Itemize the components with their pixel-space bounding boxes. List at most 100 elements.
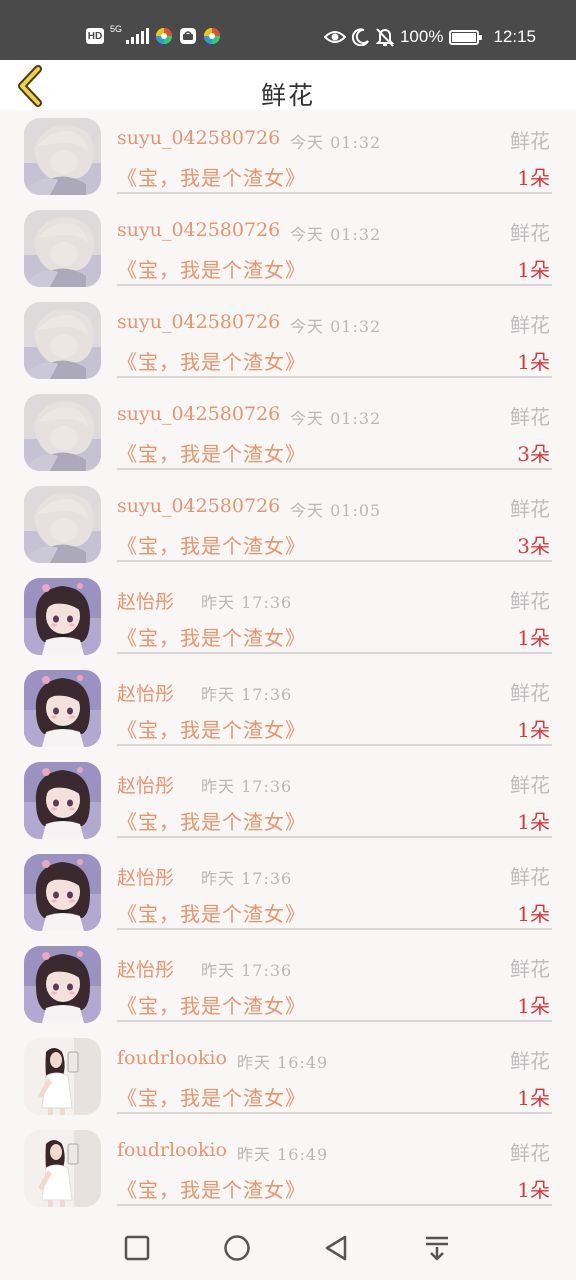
huawei-store-icon bbox=[180, 28, 197, 44]
username[interactable]: suyu_042580726 bbox=[117, 495, 280, 517]
gift-count: 1朵 bbox=[517, 1178, 550, 1202]
list-item[interactable]: suyu_042580726 今天 01:32 鲜花 《宝，我是个渣女》 3朵 bbox=[0, 386, 576, 478]
avatar[interactable] bbox=[24, 762, 101, 839]
timestamp: 昨天 16:49 bbox=[237, 1053, 329, 1072]
gift-count: 1朵 bbox=[517, 350, 550, 374]
avatar-illustration bbox=[24, 486, 101, 563]
username[interactable]: 赵怡彤 bbox=[117, 955, 174, 982]
avatar[interactable] bbox=[24, 1130, 101, 1207]
page-title: 鲜花 bbox=[260, 81, 315, 110]
avatar[interactable] bbox=[24, 302, 101, 379]
gift-count: 3朵 bbox=[517, 534, 550, 558]
timestamp: 昨天 17:36 bbox=[201, 685, 293, 704]
username[interactable]: suyu_042580726 bbox=[117, 127, 280, 149]
username[interactable]: suyu_042580726 bbox=[117, 219, 280, 241]
app-notification-icon bbox=[156, 28, 173, 44]
row-divider bbox=[117, 1112, 552, 1114]
avatar-illustration bbox=[24, 210, 101, 287]
download-menu-icon[interactable] bbox=[423, 1234, 451, 1262]
row-divider bbox=[117, 192, 552, 194]
avatar-illustration bbox=[24, 578, 101, 655]
row-divider bbox=[117, 1020, 552, 1022]
avatar[interactable] bbox=[24, 946, 101, 1023]
timestamp: 昨天 16:49 bbox=[237, 1145, 329, 1164]
list-item[interactable]: foudrlookio 昨天 16:49 鲜花《宝，我是个渣女》 1朵 bbox=[0, 1122, 576, 1214]
timestamp: 昨天 17:36 bbox=[201, 961, 293, 980]
timestamp: 昨天 17:36 bbox=[201, 869, 293, 888]
gift-type-label: 鲜花 bbox=[510, 1141, 550, 1165]
message-text: 《宝，我是个渣女》 bbox=[117, 258, 306, 282]
gift-count: 1朵 bbox=[517, 902, 550, 926]
gift-type-label: 鲜花 bbox=[510, 405, 550, 429]
timestamp: 今天 01:32 bbox=[290, 409, 382, 428]
gift-type-label: 鲜花 bbox=[510, 957, 550, 981]
username[interactable]: 赵怡彤 bbox=[117, 771, 174, 798]
username[interactable]: foudrlookio bbox=[117, 1139, 227, 1161]
username[interactable]: 赵怡彤 bbox=[117, 863, 174, 890]
avatar[interactable] bbox=[24, 1038, 101, 1115]
message-text: 《宝，我是个渣女》 bbox=[117, 442, 306, 466]
message-text: 《宝，我是个渣女》 bbox=[117, 902, 306, 926]
hd-icon: HD bbox=[86, 28, 104, 44]
gift-type-label: 鲜花 bbox=[510, 1049, 550, 1073]
moon-icon bbox=[351, 28, 369, 46]
avatar[interactable] bbox=[24, 118, 101, 195]
message-text: 《宝，我是个渣女》 bbox=[117, 1178, 306, 1202]
avatar[interactable] bbox=[24, 578, 101, 655]
avatar[interactable] bbox=[24, 210, 101, 287]
app-notification-icon-2 bbox=[204, 28, 221, 44]
avatar[interactable] bbox=[24, 854, 101, 931]
username[interactable]: 赵怡彤 bbox=[117, 587, 174, 614]
list-item[interactable]: 赵怡彤 昨天 17:36 鲜花 《宝，我是个渣女》 1朵 bbox=[0, 570, 576, 662]
list-item[interactable]: 赵怡彤 昨天 17:36 鲜花 《宝，我是个渣女》 1朵 bbox=[0, 754, 576, 846]
username[interactable]: suyu_042580726 bbox=[117, 311, 280, 333]
gift-count: 1朵 bbox=[517, 994, 550, 1018]
list-item[interactable]: suyu_042580726 今天 01:05 鲜花 《宝，我是个渣女》 3朵 bbox=[0, 478, 576, 570]
gift-count: 1朵 bbox=[517, 1086, 550, 1110]
list-item[interactable]: suyu_042580726 今天 01:32 鲜花 《宝，我是个渣女》 1朵 bbox=[0, 110, 576, 202]
list-item[interactable]: 赵怡彤 昨天 17:36 鲜花 《宝，我是个渣女》 1朵 bbox=[0, 662, 576, 754]
row-divider bbox=[117, 836, 552, 838]
avatar[interactable] bbox=[24, 486, 101, 563]
signal-icon bbox=[126, 28, 150, 44]
gift-type-label: 鲜花 bbox=[510, 497, 550, 521]
triangle-back-icon[interactable] bbox=[323, 1234, 351, 1262]
circle-home-icon[interactable] bbox=[223, 1234, 251, 1262]
row-divider bbox=[117, 1204, 552, 1206]
list-item[interactable]: suyu_042580726 今天 01:32 鲜花 《宝，我是个渣女》 1朵 bbox=[0, 294, 576, 386]
list-item[interactable]: suyu_042580726 今天 01:32 鲜花 《宝，我是个渣女》 1朵 bbox=[0, 202, 576, 294]
gift-count: 1朵 bbox=[517, 626, 550, 650]
list-item[interactable]: 赵怡彤 昨天 17:36 鲜花 《宝，我是个渣女》 1朵 bbox=[0, 846, 576, 938]
timestamp: 昨天 17:36 bbox=[201, 777, 293, 796]
avatar[interactable] bbox=[24, 394, 101, 471]
avatar-illustration bbox=[24, 946, 101, 1023]
list-item[interactable]: foudrlookio 昨天 16:49 鲜花 《宝，我是个渣女》 1朵 bbox=[0, 1030, 576, 1122]
list-item[interactable]: 赵怡彤 昨天 17:36 鲜花《宝，我是个渣女》 1朵 bbox=[0, 938, 576, 1030]
gift-type-label: 鲜花 bbox=[510, 129, 550, 153]
message-text: 《宝，我是个渣女》 bbox=[117, 994, 306, 1018]
timestamp: 今天 01:05 bbox=[290, 501, 382, 520]
flower-gift-list: suyu_042580726 今天 01:32 鲜花 《宝，我是个渣女》 1朵 suyu… bbox=[0, 110, 576, 1214]
gift-count: 1朵 bbox=[517, 718, 550, 742]
battery-percent: 100% bbox=[399, 27, 444, 46]
username[interactable]: 赵怡彤 bbox=[117, 679, 174, 706]
username[interactable]: suyu_042580726 bbox=[117, 403, 280, 425]
username[interactable]: foudrlookio bbox=[117, 1047, 227, 1069]
timestamp: 昨天 17:36 bbox=[201, 593, 293, 612]
row-divider bbox=[117, 560, 552, 562]
avatar-illustration bbox=[24, 118, 101, 195]
message-text: 《宝，我是个渣女》 bbox=[117, 166, 306, 190]
square-recents-icon[interactable] bbox=[123, 1234, 151, 1262]
row-divider bbox=[117, 652, 552, 654]
timestamp: 今天 01:32 bbox=[290, 225, 382, 244]
message-text: 《宝，我是个渣女》 bbox=[117, 626, 306, 650]
avatar-illustration bbox=[24, 302, 101, 379]
system-nav-bar bbox=[0, 1216, 576, 1280]
row-divider bbox=[117, 744, 552, 746]
avatar-illustration bbox=[24, 854, 101, 931]
gift-type-label: 鲜花 bbox=[510, 773, 550, 797]
avatar[interactable] bbox=[24, 670, 101, 747]
message-text: 《宝，我是个渣女》 bbox=[117, 350, 306, 374]
clock: 12:15 bbox=[493, 27, 536, 46]
avatar-illustration bbox=[24, 762, 101, 839]
